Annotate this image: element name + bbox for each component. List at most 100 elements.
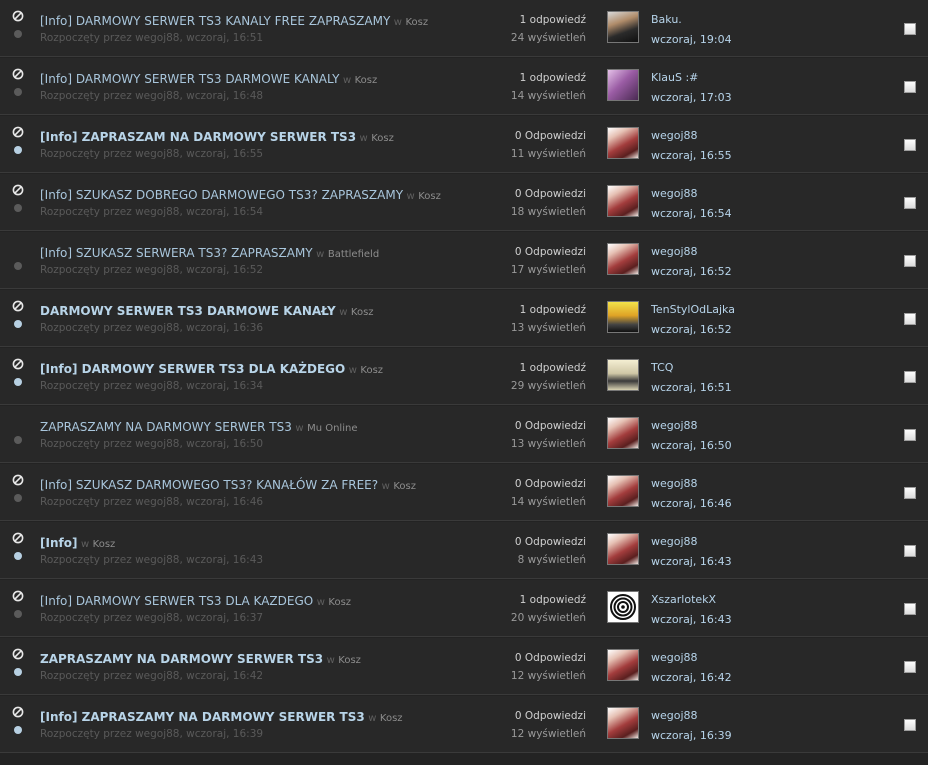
select-checkbox[interactable] xyxy=(904,139,916,151)
last-poster-link[interactable]: wegoj88 xyxy=(651,187,698,200)
last-post-date[interactable]: wczoraj, 16:52 xyxy=(651,323,732,336)
select-checkbox[interactable] xyxy=(904,603,916,615)
last-poster-link[interactable]: wegoj88 xyxy=(651,651,698,664)
topic-title[interactable]: ZAPRASZAMY NA DARMOWY SERWER TS3 xyxy=(40,652,323,666)
topic-title[interactable]: DARMOWY SERWER TS3 DARMOWE KANAŁY xyxy=(40,304,336,318)
last-poster-link[interactable]: TCQ xyxy=(651,361,673,374)
topic-title[interactable]: [Info] DARMOWY SERWER TS3 KANALY FREE ZA… xyxy=(40,14,390,28)
avatar-ten[interactable] xyxy=(607,301,639,333)
last-post-date[interactable]: wczoraj, 16:42 xyxy=(651,671,732,684)
in-word: w xyxy=(80,539,90,550)
topic-title[interactable]: [Info] DARMOWY SERWER TS3 DARMOWE KANALY xyxy=(40,72,339,86)
last-post-date[interactable]: wczoraj, 16:51 xyxy=(651,381,732,394)
topic-row: ZAPRASZAMY NA DARMOWY SERWER TS3 w Kosz … xyxy=(0,638,928,695)
select-checkbox[interactable] xyxy=(904,23,916,35)
topic-title[interactable]: [Info] xyxy=(40,536,77,550)
last-poster-link[interactable]: wegoj88 xyxy=(651,245,698,258)
forum-link[interactable]: Kosz xyxy=(418,191,441,202)
topic-prefix: [Info] xyxy=(40,594,73,608)
last-post-date[interactable]: wczoraj, 19:04 xyxy=(651,33,732,46)
select-checkbox[interactable] xyxy=(904,197,916,209)
last-post-date[interactable]: wczoraj, 16:43 xyxy=(651,555,732,568)
select-checkbox[interactable] xyxy=(904,255,916,267)
avatar-wegoj[interactable] xyxy=(607,243,639,275)
forbidden-icon xyxy=(12,532,24,544)
forum-link[interactable]: Kosz xyxy=(393,481,416,492)
last-poster-link[interactable]: wegoj88 xyxy=(651,535,698,548)
last-post-date[interactable]: wczoraj, 16:54 xyxy=(651,207,732,220)
avatar-wegoj[interactable] xyxy=(607,127,639,159)
topic-title[interactable]: [Info] SZUKASZ SERWERA TS3? ZAPRASZAMY xyxy=(40,246,313,260)
forum-link[interactable]: Kosz xyxy=(351,307,374,318)
forum-link[interactable]: Kosz xyxy=(328,597,351,608)
topic-prefix: [Info] xyxy=(40,188,73,202)
replies-count: 1 odpowiedź xyxy=(519,14,586,26)
avatar-wegoj[interactable] xyxy=(607,417,639,449)
forum-link[interactable]: Kosz xyxy=(338,655,361,666)
topic-title[interactable]: [Info] DARMOWY SERWER TS3 DLA KAŻDEGO xyxy=(40,362,345,376)
avatar-wegoj[interactable] xyxy=(607,475,639,507)
views-count: 13 wyświetleń xyxy=(510,322,586,334)
forum-link[interactable]: Kosz xyxy=(405,17,428,28)
forum-link[interactable]: Battlefield xyxy=(328,249,379,260)
last-poster-link[interactable]: wegoj88 xyxy=(651,419,698,432)
last-poster-link[interactable]: wegoj88 xyxy=(651,129,698,142)
last-poster-link[interactable]: TenStylOdLajka xyxy=(651,303,735,316)
last-post-date[interactable]: wczoraj, 16:39 xyxy=(651,729,732,742)
last-post-date[interactable]: wczoraj, 16:46 xyxy=(651,497,732,510)
last-poster-link[interactable]: wegoj88 xyxy=(651,477,698,490)
select-checkbox[interactable] xyxy=(904,487,916,499)
last-poster-link[interactable]: Baku. xyxy=(651,13,682,26)
last-post-date[interactable]: wczoraj, 17:03 xyxy=(651,91,732,104)
forbidden-icon xyxy=(12,358,24,370)
select-checkbox[interactable] xyxy=(904,81,916,93)
avatar-wegoj[interactable] xyxy=(607,649,639,681)
forum-link[interactable]: Kosz xyxy=(360,365,383,376)
views-count: 17 wyświetleń xyxy=(510,264,586,276)
forbidden-icon xyxy=(12,126,24,138)
last-poster-link[interactable]: XszarlotekX xyxy=(651,593,716,606)
topic-title[interactable]: [Info] SZUKASZ DARMOWEGO TS3? KANAŁÓW ZA… xyxy=(40,478,378,492)
forum-link[interactable]: Kosz xyxy=(355,75,378,86)
avatar-tcq[interactable] xyxy=(607,359,639,391)
last-post-date[interactable]: wczoraj, 16:43 xyxy=(651,613,732,626)
last-post-date[interactable]: wczoraj, 16:50 xyxy=(651,439,732,452)
topic-title[interactable]: [Info] ZAPRASZAM NA DARMOWY SERWER TS3 xyxy=(40,130,356,144)
select-checkbox[interactable] xyxy=(904,371,916,383)
last-poster-link[interactable]: wegoj88 xyxy=(651,709,698,722)
forum-link[interactable]: Mu Online xyxy=(307,423,357,434)
forum-link[interactable]: Kosz xyxy=(93,539,116,550)
topic-title[interactable]: [Info] ZAPRASZAMY NA DARMOWY SERWER TS3 xyxy=(40,710,365,724)
replies-count: 0 Odpowiedzi xyxy=(514,652,586,664)
read-status-dot xyxy=(14,552,22,560)
select-checkbox[interactable] xyxy=(904,661,916,673)
last-poster-link[interactable]: KlauS :# xyxy=(651,71,698,84)
views-count: 20 wyświetleń xyxy=(510,612,586,624)
select-checkbox[interactable] xyxy=(904,313,916,325)
select-checkbox[interactable] xyxy=(904,719,916,731)
topic-title[interactable]: ZAPRASZAMY NA DARMOWY SERWER TS3 xyxy=(40,420,292,434)
forbidden-icon xyxy=(12,648,24,660)
avatar-wegoj[interactable] xyxy=(607,707,639,739)
avatar-klaus[interactable] xyxy=(607,69,639,101)
avatar-wegoj[interactable] xyxy=(607,533,639,565)
topic-title[interactable]: [Info] DARMOWY SERWER TS3 DLA KAZDEGO xyxy=(40,594,313,608)
started-by: Rozpoczęty przez wegoj88, wczoraj, 16:50 xyxy=(40,438,264,450)
select-checkbox[interactable] xyxy=(904,545,916,557)
select-checkbox[interactable] xyxy=(904,429,916,441)
last-post-date[interactable]: wczoraj, 16:55 xyxy=(651,149,732,162)
avatar-xs[interactable] xyxy=(607,591,639,623)
avatar-wegoj[interactable] xyxy=(607,185,639,217)
forum-link[interactable]: Kosz xyxy=(371,133,394,144)
last-post-date[interactable]: wczoraj, 16:52 xyxy=(651,265,732,278)
forbidden-icon xyxy=(12,590,24,602)
forum-link[interactable]: Kosz xyxy=(380,713,403,724)
topic-title[interactable]: [Info] SZUKASZ DOBREGO DARMOWEGO TS3? ZA… xyxy=(40,188,403,202)
started-by: Rozpoczęty przez wegoj88, wczoraj, 16:46 xyxy=(40,496,264,508)
started-by: Rozpoczęty przez wegoj88, wczoraj, 16:39 xyxy=(40,728,264,740)
replies-count: 0 Odpowiedzi xyxy=(514,710,586,722)
read-status-dot xyxy=(14,378,22,386)
avatar-baku[interactable] xyxy=(607,11,639,43)
in-word: w xyxy=(393,17,402,28)
replies-count: 0 Odpowiedzi xyxy=(514,130,586,142)
